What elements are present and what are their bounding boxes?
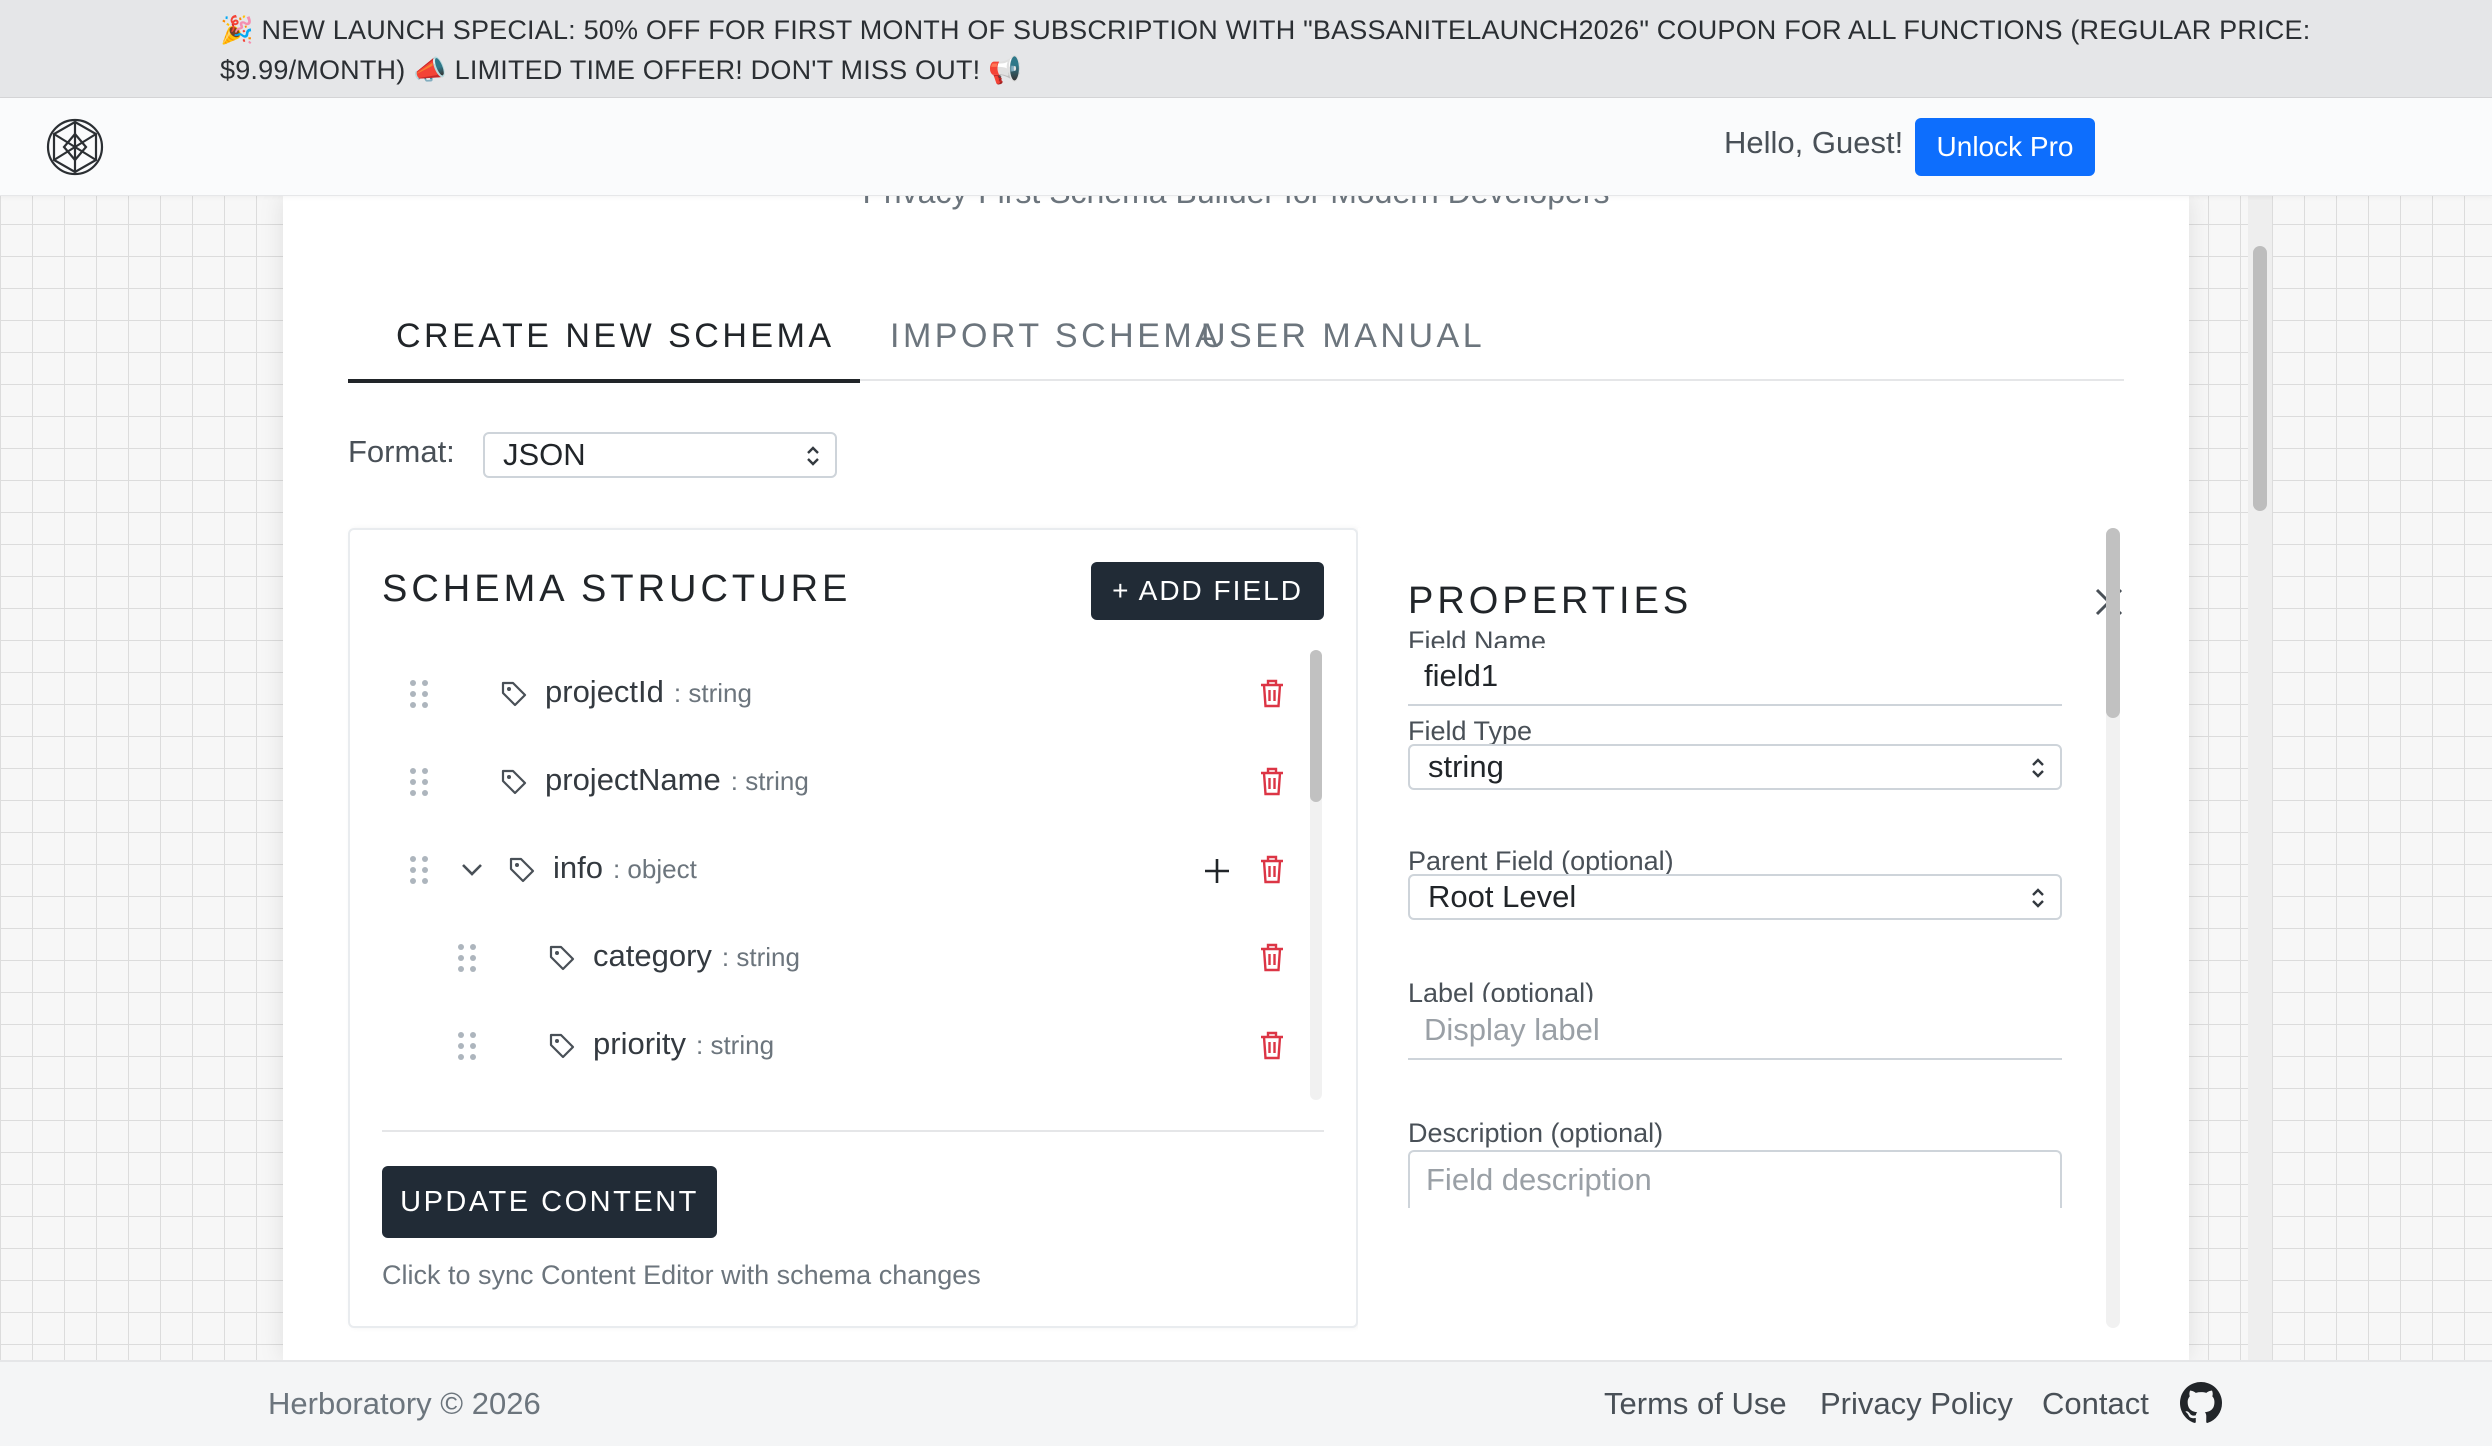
tab-import-schema[interactable]: IMPORT SCHEMA xyxy=(890,296,1221,381)
drag-handle-icon[interactable] xyxy=(407,678,431,710)
properties-panel: PROPERTIES Field Name Field Type string … xyxy=(1358,528,2168,1360)
schema-structure-title: SCHEMA STRUCTURE xyxy=(382,568,852,610)
add-child-icon[interactable] xyxy=(1203,857,1231,885)
format-select[interactable]: JSON xyxy=(483,432,837,478)
promo-line-2: $9.99/MONTH) 📣 LIMITED TIME OFFER! DON'T… xyxy=(220,55,1022,85)
field-name: projectId: string xyxy=(545,674,752,709)
tag-icon xyxy=(509,857,535,883)
schema-structure-panel: SCHEMA STRUCTURE + ADD FIELD projectId: … xyxy=(348,528,1358,1328)
page-subtitle: Privacy-First Schema Builder for Modern … xyxy=(283,196,2189,211)
parent-field-select[interactable]: Root Level xyxy=(1408,874,2062,920)
field-type: : string xyxy=(673,678,752,708)
field-name: priority: string xyxy=(593,1026,775,1061)
navbar: Hello, Guest! Unlock Pro xyxy=(0,98,2492,196)
add-field-button[interactable]: + ADD FIELD xyxy=(1091,562,1324,620)
field-name: projectName: string xyxy=(545,762,809,797)
main-card: Privacy-First Schema Builder for Modern … xyxy=(283,196,2189,1360)
field-type: : string xyxy=(721,942,800,972)
tab-bar: CREATE NEW SCHEMA IMPORT SCHEMA USER MAN… xyxy=(348,296,2124,383)
update-content-button[interactable]: UPDATE CONTENT xyxy=(382,1166,717,1238)
drag-handle-icon[interactable] xyxy=(455,942,479,974)
github-icon[interactable] xyxy=(2180,1382,2222,1424)
update-hint-text: Click to sync Content Editor with schema… xyxy=(382,1260,981,1290)
page-scroll-thumb[interactable] xyxy=(2253,246,2267,511)
description-input[interactable] xyxy=(1408,1150,2062,1208)
field-type-label: Field Type xyxy=(1408,716,1533,746)
chevron-down-icon[interactable] xyxy=(460,858,484,882)
delete-field-icon[interactable] xyxy=(1259,943,1285,973)
divider xyxy=(382,1130,1324,1132)
format-select-value: JSON xyxy=(503,437,586,472)
promo-line-1: 🎉 NEW LAUNCH SPECIAL: 50% OFF FOR FIRST … xyxy=(220,15,2311,45)
delete-field-icon[interactable] xyxy=(1259,679,1285,709)
select-caret-icon xyxy=(807,446,819,466)
field-type: : object xyxy=(612,854,697,884)
contact-link[interactable]: Contact xyxy=(2042,1386,2149,1422)
delete-field-icon[interactable] xyxy=(1259,1031,1285,1061)
display-label-input[interactable] xyxy=(1408,1002,2062,1060)
list-item[interactable]: projectName: string xyxy=(350,738,1330,826)
field-type: : string xyxy=(696,1030,775,1060)
crystal-logo-icon[interactable] xyxy=(44,116,106,178)
list-item[interactable]: priority: string xyxy=(350,1002,1330,1090)
description-label: Description (optional) xyxy=(1408,1118,1664,1148)
list-item[interactable]: category: string xyxy=(350,914,1330,1002)
drag-handle-icon[interactable] xyxy=(407,766,431,798)
parent-field-select-value: Root Level xyxy=(1428,879,1577,914)
field-list: projectId: string projectName: string in… xyxy=(350,650,1340,1100)
tag-icon xyxy=(501,769,527,795)
promo-banner: 🎉 NEW LAUNCH SPECIAL: 50% OFF FOR FIRST … xyxy=(0,0,2492,98)
field-name: info: object xyxy=(553,850,697,885)
delete-field-icon[interactable] xyxy=(1259,767,1285,797)
footer: Herboratory © 2026 Terms of Use Privacy … xyxy=(0,1360,2492,1446)
greeting-text: Hello, Guest! xyxy=(1724,125,1904,160)
properties-title: PROPERTIES xyxy=(1408,580,1693,622)
field-list-scroll-thumb[interactable] xyxy=(1310,650,1322,802)
tab-user-manual[interactable]: USER MANUAL xyxy=(1201,296,1485,381)
properties-scroll-thumb[interactable] xyxy=(2106,528,2120,718)
field-name: category: string xyxy=(593,938,800,973)
copyright-text: Herboratory © 2026 xyxy=(268,1386,541,1421)
field-name-input[interactable] xyxy=(1408,648,2062,706)
field-type-select-value: string xyxy=(1428,749,1504,784)
format-label: Format: xyxy=(348,434,455,469)
tab-create-new-schema[interactable]: CREATE NEW SCHEMA xyxy=(348,296,860,383)
list-item[interactable]: info: object xyxy=(350,826,1330,914)
tag-icon xyxy=(501,681,527,707)
tag-icon xyxy=(549,1033,575,1059)
drag-handle-icon[interactable] xyxy=(455,1030,479,1062)
unlock-pro-button[interactable]: Unlock Pro xyxy=(1915,118,2095,176)
field-type: : string xyxy=(730,766,809,796)
delete-field-icon[interactable] xyxy=(1259,855,1285,885)
terms-link[interactable]: Terms of Use xyxy=(1604,1386,1787,1422)
parent-field-label: Parent Field (optional) xyxy=(1408,846,1674,876)
privacy-link[interactable]: Privacy Policy xyxy=(1820,1386,2013,1422)
field-type-select[interactable]: string xyxy=(1408,744,2062,790)
select-caret-icon xyxy=(2032,888,2044,908)
list-item[interactable]: projectId: string xyxy=(350,650,1330,738)
drag-handle-icon[interactable] xyxy=(407,854,431,886)
select-caret-icon xyxy=(2032,758,2044,778)
tag-icon xyxy=(549,945,575,971)
